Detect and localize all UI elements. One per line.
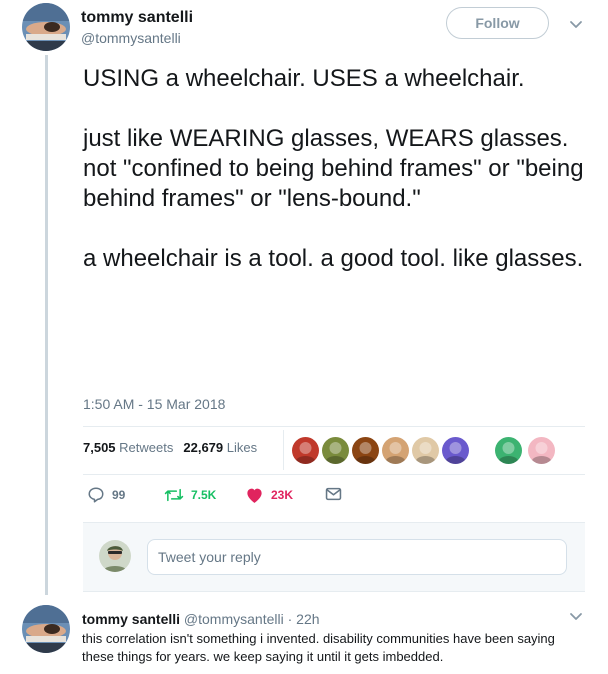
stats-divider — [283, 430, 284, 470]
retweet-icon — [164, 488, 184, 502]
retweets-count: 7,505 — [83, 440, 116, 455]
chevron-down-icon[interactable] — [569, 612, 583, 622]
reply-button[interactable]: 99 — [87, 486, 125, 504]
tweet-stats: 7,505 Retweets 22,679 Likes — [83, 440, 257, 455]
likes-count: 22,679 — [183, 440, 224, 455]
current-user-avatar[interactable] — [99, 540, 131, 572]
retweet-button[interactable]: 7.5K — [164, 486, 216, 504]
divider — [83, 426, 585, 427]
reply-count: 99 — [112, 488, 126, 502]
separator-dot: · — [287, 611, 293, 627]
liker-avatar[interactable] — [322, 437, 349, 464]
likes-stat[interactable]: 22,679 Likes — [183, 440, 257, 455]
chevron-down-icon[interactable] — [569, 20, 583, 30]
reply-author-handle[interactable]: @tommysantelli — [184, 611, 284, 627]
direct-message-icon — [325, 487, 342, 501]
liker-avatar[interactable] — [382, 437, 409, 464]
direct-message-button[interactable] — [325, 486, 342, 502]
author-name[interactable]: tommy santelli — [81, 9, 193, 27]
tweet-text: USING a wheelchair. USES a wheelchair. j… — [83, 64, 593, 274]
like-count: 23K — [271, 488, 294, 502]
tweet-paragraph: a wheelchair is a tool. a good tool. lik… — [83, 245, 584, 272]
like-button[interactable]: 23K — [245, 486, 293, 504]
divider — [83, 474, 585, 475]
likes-label: Likes — [226, 440, 258, 455]
tweet-paragraph: just like WEARING glasses, WEARS glasses… — [83, 125, 584, 212]
retweets-label: Retweets — [119, 440, 174, 455]
reply-author-name[interactable]: tommy santelli — [82, 611, 180, 627]
liker-avatar[interactable] — [495, 437, 522, 464]
reply-time[interactable]: 22h — [296, 611, 319, 627]
liker-avatar[interactable] — [292, 437, 319, 464]
author-avatar[interactable] — [22, 3, 70, 51]
reply-header: tommy santelli @tommysantelli · 22h — [82, 611, 320, 627]
reply-author-avatar[interactable] — [22, 605, 70, 653]
retweet-count: 7.5K — [191, 488, 217, 502]
liker-avatar[interactable] — [412, 437, 439, 464]
tweet-timestamp[interactable]: 1:50 AM - 15 Mar 2018 — [83, 396, 225, 412]
thread-line — [45, 55, 48, 595]
retweets-stat[interactable]: 7,505 Retweets — [83, 440, 173, 455]
author-handle[interactable]: @tommysantelli — [81, 30, 181, 46]
tweet-paragraph: USING a wheelchair. USES a wheelchair. — [83, 65, 525, 92]
reply-icon — [88, 487, 104, 503]
heart-icon — [247, 488, 262, 503]
reply-composer — [83, 522, 585, 592]
follow-button[interactable]: Follow — [446, 7, 549, 39]
reply-input[interactable] — [147, 539, 567, 575]
liker-avatar[interactable] — [352, 437, 379, 464]
liker-avatar[interactable] — [442, 437, 469, 464]
reply-text: this correlation isn't something i inven… — [82, 631, 555, 664]
liker-avatar[interactable] — [528, 437, 555, 464]
